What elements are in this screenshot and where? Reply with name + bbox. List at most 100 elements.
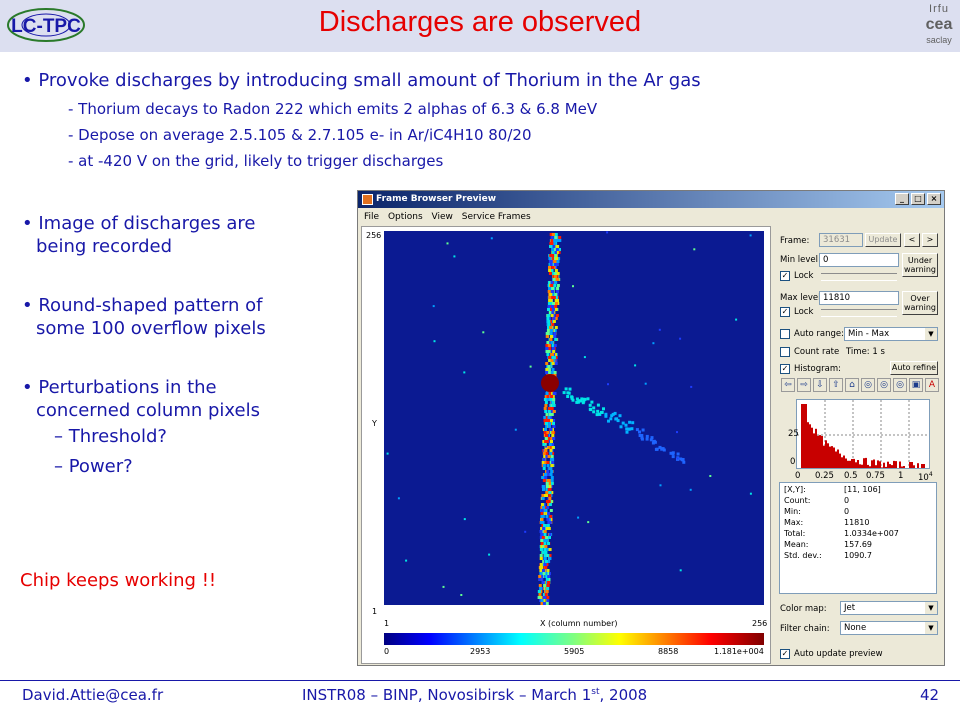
- column-pixel: [539, 554, 543, 557]
- text-icon[interactable]: A: [925, 378, 939, 392]
- hist-x-025: 0.25: [815, 471, 834, 481]
- pan-up-icon[interactable]: ⇧: [829, 378, 843, 392]
- zoom-in-icon[interactable]: ◎: [861, 378, 875, 392]
- column-pixel: [550, 419, 553, 422]
- column-pixel: [550, 284, 554, 287]
- column-pixel: [544, 437, 548, 440]
- window-title-bar[interactable]: Frame Browser Preview _ □ ×: [358, 191, 944, 208]
- pan-left-icon[interactable]: ⇦: [781, 378, 795, 392]
- min-lock-checkbox[interactable]: ✓: [780, 271, 790, 281]
- track-pixel: [649, 438, 653, 442]
- column-pixel: [545, 515, 549, 518]
- zoom-reset-icon[interactable]: ◎: [893, 378, 907, 392]
- noise-pixel: [583, 356, 586, 359]
- dash-item-power: – Power?: [54, 456, 133, 477]
- column-pixel: [541, 515, 545, 518]
- histogram-plot[interactable]: [796, 399, 930, 469]
- column-pixel: [551, 347, 555, 350]
- max-lock-checkbox[interactable]: ✓: [780, 307, 790, 317]
- colorbar-tick-0: 0: [384, 647, 390, 656]
- count-rate-checkbox[interactable]: [780, 347, 790, 357]
- zoom-out-icon[interactable]: ◎: [877, 378, 891, 392]
- histogram-checkbox[interactable]: ✓: [780, 364, 790, 374]
- column-pixel: [549, 515, 553, 518]
- column-pixel: [541, 581, 545, 584]
- menu-file[interactable]: File: [364, 212, 379, 222]
- column-pixel: [548, 503, 552, 506]
- column-pixel: [548, 485, 552, 488]
- histogram-bar: [825, 440, 827, 468]
- menu-options[interactable]: Options: [388, 212, 423, 222]
- min-level-field[interactable]: 0: [819, 253, 899, 267]
- column-pixel: [552, 317, 556, 320]
- noise-pixel: [442, 585, 445, 588]
- min-level-slider[interactable]: [821, 273, 897, 281]
- column-pixel: [547, 575, 551, 578]
- column-pixel: [543, 563, 547, 566]
- menu-service-frames[interactable]: Service Frames: [462, 212, 531, 222]
- histogram-bar: [857, 460, 859, 468]
- track-pixel: [589, 408, 593, 412]
- column-pixel: [543, 398, 547, 401]
- column-pixel: [546, 524, 550, 527]
- column-pixel: [540, 521, 543, 524]
- noise-pixel: [676, 431, 678, 434]
- noise-pixel: [709, 475, 712, 477]
- column-pixel: [550, 359, 554, 362]
- column-pixel: [545, 413, 549, 416]
- filter-chain-select[interactable]: None ▼: [840, 621, 938, 635]
- footer-divider: [0, 680, 960, 681]
- maximize-button[interactable]: □: [911, 193, 925, 205]
- column-pixel: [540, 512, 544, 515]
- pan-down-icon[interactable]: ⇩: [813, 378, 827, 392]
- column-pixel: [551, 233, 555, 236]
- column-pixel: [547, 323, 551, 326]
- statistics-box: [X,Y]: [11, 106] Count: 0 Min: 0 Max: 11810 …: [779, 482, 937, 594]
- color-map-select[interactable]: Jet ▼: [840, 601, 938, 615]
- column-pixel: [540, 533, 544, 536]
- over-warning-button[interactable]: Over warning: [902, 291, 938, 315]
- home-icon[interactable]: ⌂: [845, 378, 859, 392]
- histogram-bar: [851, 459, 853, 468]
- pixel-map[interactable]: [384, 231, 764, 605]
- auto-range-checkbox[interactable]: [780, 329, 790, 339]
- minimize-button[interactable]: _: [895, 193, 909, 205]
- footer-email: David.Attie@cea.fr: [22, 686, 164, 704]
- max-level-slider[interactable]: [821, 309, 897, 317]
- track-pixel: [671, 451, 675, 455]
- under-warning-button[interactable]: Under warning: [902, 253, 938, 277]
- copy-icon[interactable]: ▣: [909, 378, 923, 392]
- auto-refine-button[interactable]: Auto refine: [890, 361, 938, 375]
- column-pixel: [545, 539, 549, 542]
- close-button[interactable]: ×: [927, 193, 941, 205]
- update-button[interactable]: Update: [865, 233, 901, 247]
- menu-bar: File Options View Service Frames: [358, 209, 944, 225]
- column-pixel: [541, 494, 545, 497]
- auto-update-checkbox[interactable]: ✓: [780, 649, 790, 659]
- histogram-bar: [843, 455, 845, 468]
- column-pixel: [540, 539, 544, 542]
- next-frame-button[interactable]: >: [922, 233, 938, 247]
- column-pixel: [551, 446, 555, 449]
- column-pixel: [551, 401, 555, 404]
- pan-right-icon[interactable]: ⇨: [797, 378, 811, 392]
- column-pixel: [545, 527, 549, 530]
- stat-value: 0: [844, 496, 850, 505]
- column-pixel: [554, 362, 558, 365]
- auto-range-select[interactable]: Min - Max ▼: [844, 327, 938, 341]
- histogram-bar: [875, 465, 877, 468]
- column-pixel: [547, 446, 551, 449]
- menu-view[interactable]: View: [432, 212, 453, 222]
- column-pixel: [543, 533, 547, 536]
- noise-pixel: [433, 340, 436, 343]
- track-pixel: [588, 403, 592, 407]
- max-level-field[interactable]: 11810: [819, 291, 899, 305]
- prev-frame-button[interactable]: <: [904, 233, 920, 247]
- column-pixel: [549, 428, 553, 431]
- frame-field[interactable]: 31631: [819, 233, 863, 247]
- noise-pixel: [634, 364, 637, 367]
- column-pixel: [541, 497, 545, 500]
- track-pixel: [596, 409, 600, 413]
- column-pixel: [546, 599, 550, 602]
- histogram-bar: [855, 462, 857, 468]
